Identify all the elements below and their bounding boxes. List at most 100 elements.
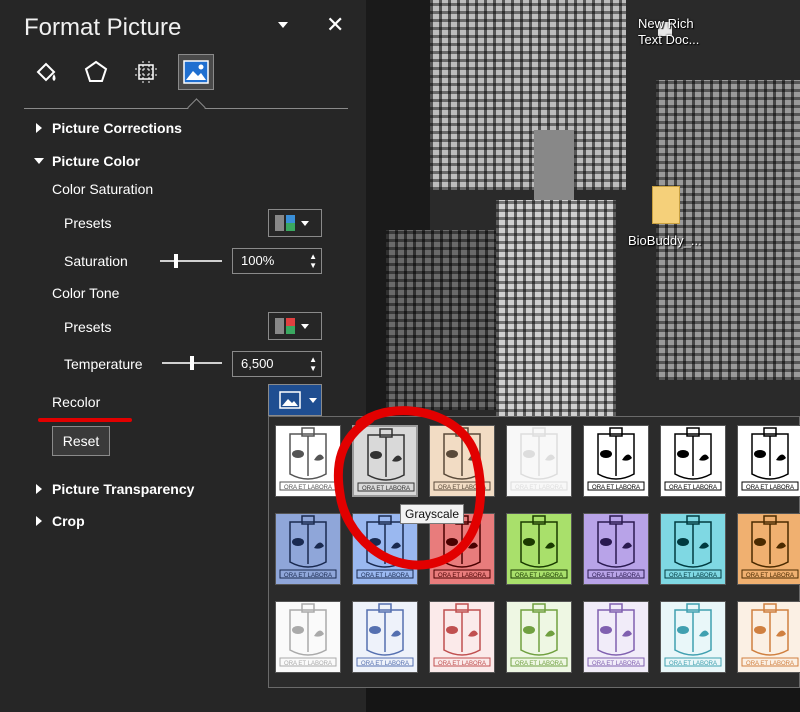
pane-title: Format Picture: [24, 14, 182, 41]
collapse-arrow-icon[interactable]: [34, 158, 44, 164]
section-picture-color[interactable]: Picture Color: [52, 153, 140, 169]
crest-motto-text: ORA ET LABORA: [746, 485, 794, 491]
crest-motto-text: ORA ET LABORA: [438, 573, 486, 579]
spin-down-icon[interactable]: ▼: [309, 262, 317, 270]
recolor-swatch-r1-c7[interactable]: ORA ET LABORA: [737, 425, 800, 497]
temperature-label: Temperature: [64, 356, 143, 372]
crest-logo-icon: ORA ET LABORA: [664, 427, 722, 491]
crest-motto-text: ORA ET LABORA: [592, 485, 640, 491]
crest-logo-icon: ORA ET LABORA: [510, 515, 568, 579]
crest-motto-text: ORA ET LABORA: [438, 661, 486, 667]
right-building: [656, 80, 800, 380]
expand-arrow-icon[interactable]: [36, 123, 42, 133]
red-underline-annotation: [38, 418, 132, 422]
recolor-swatch-r2-c7[interactable]: ORA ET LABORA: [737, 513, 800, 585]
recolor-swatch-r1-c5[interactable]: ORA ET LABORA: [583, 425, 649, 497]
crest-motto-text: ORA ET LABORA: [669, 573, 717, 579]
crest-logo-icon: ORA ET LABORA: [664, 603, 722, 667]
recolor-dropdown-button[interactable]: [268, 384, 322, 416]
recolor-swatch-r3-c2[interactable]: ORA ET LABORA: [352, 601, 418, 673]
chevron-down-icon: [309, 397, 317, 403]
section-crop[interactable]: Crop: [52, 513, 85, 529]
tab-divider: [24, 108, 348, 109]
tab-fill-line[interactable]: [28, 54, 64, 90]
tab-picture[interactable]: [178, 54, 214, 90]
tone-presets-label: Presets: [64, 319, 112, 335]
saturation-slider-thumb[interactable]: [173, 254, 178, 268]
low-building: [386, 230, 496, 410]
crest-logo-icon: ORA ET LABORA: [279, 603, 337, 667]
desktop-icon-label-2[interactable]: BioBuddy_...: [628, 233, 702, 249]
red-circle-annotation: [333, 406, 485, 570]
picture-icon: [183, 60, 209, 84]
saturation-spinbox[interactable]: 100% ▲ ▼: [232, 248, 322, 274]
crest-motto-text: ORA ET LABORA: [592, 573, 640, 579]
section-picture-corrections[interactable]: Picture Corrections: [52, 120, 182, 136]
crest-motto-text: ORA ET LABORA: [515, 573, 563, 579]
tone-presets-icon: [275, 318, 295, 334]
temperature-value: 6,500: [241, 356, 274, 371]
recolor-swatch-r3-c5[interactable]: ORA ET LABORA: [583, 601, 649, 673]
tone-presets-dropdown[interactable]: [268, 312, 322, 340]
size-properties-icon: [135, 61, 157, 83]
crest-logo-icon: ORA ET LABORA: [510, 603, 568, 667]
saturation-presets-dropdown[interactable]: [268, 209, 322, 237]
chevron-down-icon: [301, 220, 309, 226]
effects-icon: [84, 60, 108, 82]
crest-logo-icon: ORA ET LABORA: [587, 515, 645, 579]
crest-logo-icon: ORA ET LABORA: [741, 603, 799, 667]
spin-up-icon[interactable]: ▲: [309, 253, 317, 261]
crest-motto-text: ORA ET LABORA: [592, 661, 640, 667]
chevron-down-icon: [301, 323, 309, 329]
tower-building: [430, 0, 626, 190]
recolor-label: Recolor: [52, 394, 101, 410]
fill-line-icon: [36, 62, 56, 82]
crest-motto-text: ORA ET LABORA: [284, 573, 332, 579]
crest-logo-icon: ORA ET LABORA: [741, 427, 799, 491]
spin-down-icon[interactable]: ▼: [309, 365, 317, 373]
crest-motto-text: ORA ET LABORA: [284, 661, 332, 667]
color-tone-heading: Color Tone: [52, 285, 120, 301]
saturation-slider[interactable]: [160, 260, 222, 262]
crest-motto-text: ORA ET LABORA: [746, 573, 794, 579]
recolor-swatch-r2-c6[interactable]: ORA ET LABORA: [660, 513, 726, 585]
crest-motto-text: ORA ET LABORA: [669, 661, 717, 667]
recolor-swatch-r3-c4[interactable]: ORA ET LABORA: [506, 601, 572, 673]
section-picture-transparency[interactable]: Picture Transparency: [52, 481, 194, 497]
tab-size-properties[interactable]: [128, 54, 164, 90]
recolor-swatch-r3-c6[interactable]: ORA ET LABORA: [660, 601, 726, 673]
rooftop-tank: [534, 130, 574, 200]
recolor-swatch-r2-c5[interactable]: ORA ET LABORA: [583, 513, 649, 585]
expand-arrow-icon[interactable]: [36, 516, 42, 526]
expand-arrow-icon[interactable]: [36, 484, 42, 494]
saturation-presets-icon: [275, 215, 295, 231]
crest-logo-icon: ORA ET LABORA: [587, 603, 645, 667]
pane-options-dropdown-icon[interactable]: [278, 22, 288, 28]
color-saturation-heading: Color Saturation: [52, 181, 154, 197]
recolor-swatch-r1-c4[interactable]: ORA ET LABORA: [506, 425, 572, 497]
active-tab-pointer: [187, 98, 206, 117]
temperature-slider-thumb[interactable]: [190, 356, 194, 370]
crest-logo-icon: ORA ET LABORA: [741, 515, 799, 579]
spin-up-icon[interactable]: ▲: [309, 356, 317, 364]
crest-logo-icon: ORA ET LABORA: [510, 427, 568, 491]
reset-button[interactable]: Reset: [52, 426, 110, 456]
recolor-swatch-r1-c6[interactable]: ORA ET LABORA: [660, 425, 726, 497]
recolor-swatch-r3-c1[interactable]: ORA ET LABORA: [275, 601, 341, 673]
recolor-swatch-r3-c3[interactable]: ORA ET LABORA: [429, 601, 495, 673]
crest-motto-text: ORA ET LABORA: [361, 661, 409, 667]
recolor-picture-icon: [279, 391, 301, 409]
recolor-swatch-r2-c4[interactable]: ORA ET LABORA: [506, 513, 572, 585]
folder-icon[interactable]: [652, 186, 680, 224]
crest-logo-icon: ORA ET LABORA: [433, 603, 491, 667]
recolor-swatch-r3-c7[interactable]: ORA ET LABORA: [737, 601, 800, 673]
close-icon[interactable]: ✕: [326, 12, 344, 38]
crest-motto-text: ORA ET LABORA: [515, 661, 563, 667]
saturation-value: 100%: [241, 253, 275, 268]
temperature-spinbox[interactable]: 6,500 ▲ ▼: [232, 351, 322, 377]
crest-logo-icon: ORA ET LABORA: [664, 515, 722, 579]
crest-motto-text: ORA ET LABORA: [361, 573, 409, 579]
saturation-label: Saturation: [64, 253, 128, 269]
tab-effects[interactable]: [78, 54, 114, 90]
desktop-icon-label-1[interactable]: New Rich Text Doc...: [638, 16, 699, 48]
